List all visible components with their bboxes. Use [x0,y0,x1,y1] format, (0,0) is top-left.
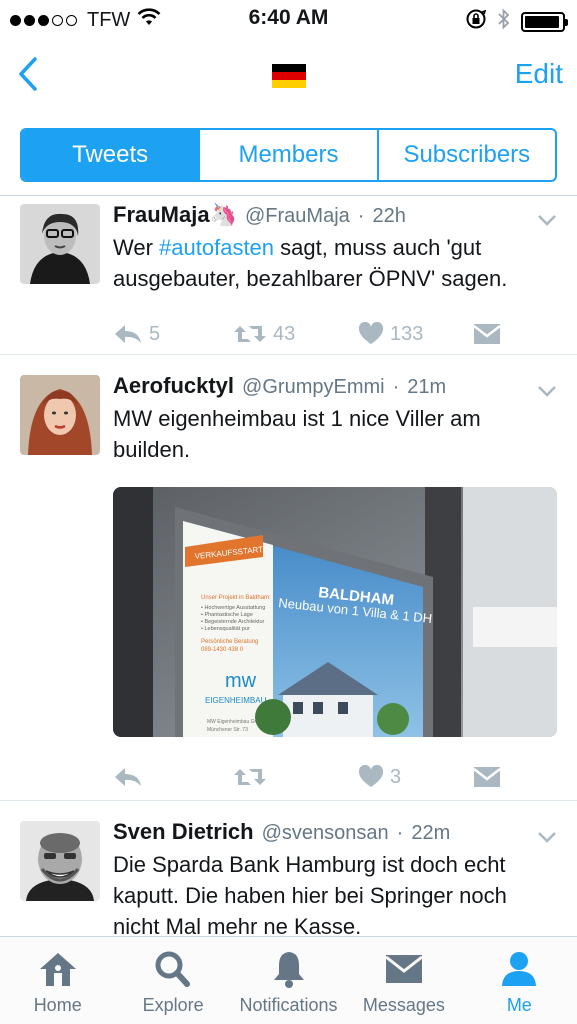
heart-icon [358,765,384,787]
tweet-time: 21m [407,376,447,398]
status-right [465,8,568,35]
svg-text:mw: mw [225,670,257,692]
tweet-actions: 5 43 133 [113,314,557,354]
tweet-header: FrauMaja🦄 @FrauMaja · 22h [113,202,557,228]
retweet-icon [234,769,266,785]
svg-text:089-1430 438 0: 089-1430 438 0 [201,647,244,653]
tweet-timeline[interactable]: FrauMaja🦄 @FrauMaja · 22h Wer #autofaste… [0,196,577,936]
retweet-button[interactable]: 43 [233,323,358,346]
tweet-header: Sven Dietrich @svensonsan · 22m [113,819,557,845]
chevron-down-icon[interactable] [537,823,557,849]
home-icon [39,953,76,986]
avatar[interactable] [20,821,100,901]
author-name[interactable]: Aerofucktyl [113,373,234,399]
reply-icon [115,768,141,786]
tweet-card[interactable]: Sven Dietrich @svensonsan · 22m Die Spar… [0,801,577,936]
tab-subscribers[interactable]: Subscribers [376,130,555,180]
tweet-card[interactable]: FrauMaja🦄 @FrauMaja · 22h Wer #autofaste… [0,196,577,355]
svg-text:Münchener Str. 73: Münchener Str. 73 [207,727,248,733]
bluetooth-icon [497,8,511,35]
tab-tweets[interactable]: Tweets [22,130,199,180]
author-name[interactable]: FrauMaja🦄 [113,202,237,228]
envelope-icon [385,955,423,983]
author-handle: @GrumpyEmmi [242,376,385,398]
navigation-bar: Edit [0,38,577,114]
heart-icon [358,322,384,344]
reply-button[interactable]: 5 [113,323,233,346]
tweet-time: 22h [372,205,406,227]
direct-message-button[interactable] [473,323,501,345]
retweet-button[interactable] [233,766,358,788]
orientation-lock-icon [465,8,487,35]
retweet-icon [234,326,266,342]
edit-button[interactable]: Edit [515,58,563,90]
bell-icon [273,952,304,988]
battery-level [525,15,560,28]
envelope-icon [473,767,501,787]
svg-text:• Phantastische Lage: • Phantastische Lage [201,612,253,618]
tab-notifications[interactable]: Notifications [231,937,346,1024]
tweet-card[interactable]: Aerofucktyl @GrumpyEmmi · 21m MW eigenhe… [0,355,577,801]
tweet-text: MW eigenheimbau ist 1 nice Viller am bui… [113,406,481,462]
list-segmented-control: Tweets Members Subscribers [20,128,557,182]
envelope-icon [473,324,501,344]
author-name[interactable]: Sven Dietrich [113,819,254,845]
tab-bar: Home Explore Notifications Messages Me [0,936,577,1024]
hashtag-link[interactable]: #autofasten [159,235,274,260]
tweet-header: Aerofucktyl @GrumpyEmmi · 21m [113,373,557,399]
svg-text:EIGENHEIMBAU: EIGENHEIMBAU [205,696,267,705]
reply-icon [115,325,141,343]
chevron-down-icon[interactable] [537,206,557,232]
svg-text:• Hochwertige Ausstattung: • Hochwertige Ausstattung [201,605,265,611]
tweet-time: 22m [411,822,451,844]
svg-text:• Begeisternde Architektur: • Begeisternde Architektur [201,619,265,625]
tab-me[interactable]: Me [462,937,577,1024]
svg-text:Unser Projekt in Baldham:: Unser Projekt in Baldham: [201,595,271,601]
tweet-text: Die Sparda Bank Hamburg ist doch echt ka… [113,852,507,936]
tab-home[interactable]: Home [0,937,115,1024]
chevron-down-icon[interactable] [537,377,557,403]
germany-flag-icon [271,64,306,88]
svg-text:• Lebensqualität pur: • Lebensqualität pur [201,626,250,632]
status-bar: TFW 6:40 AM [0,0,577,38]
svg-text:Persönliche Beratung: Persönliche Beratung [201,639,258,645]
tab-explore[interactable]: Explore [115,937,230,1024]
nav-title [0,58,577,95]
tweet-actions: 3 [113,757,557,797]
direct-message-button[interactable] [473,766,501,788]
search-icon [155,951,191,987]
tweet-photo[interactable]: VERKAUFSSTART Unser Projekt in Baldham: … [113,487,557,737]
person-icon [502,952,537,986]
tab-messages[interactable]: Messages [346,937,461,1024]
author-handle: @svensonsan [261,822,389,844]
reply-button[interactable] [113,766,233,788]
like-button[interactable]: 3 [358,765,473,789]
avatar[interactable] [20,375,100,455]
tab-members[interactable]: Members [198,130,376,180]
battery-icon [521,11,568,32]
tweet-text: Wer #autofasten sagt, muss auch 'gut aus… [113,235,508,291]
avatar[interactable] [20,204,100,284]
author-handle: @FrauMaja [245,205,350,227]
like-button[interactable]: 133 [358,322,473,346]
